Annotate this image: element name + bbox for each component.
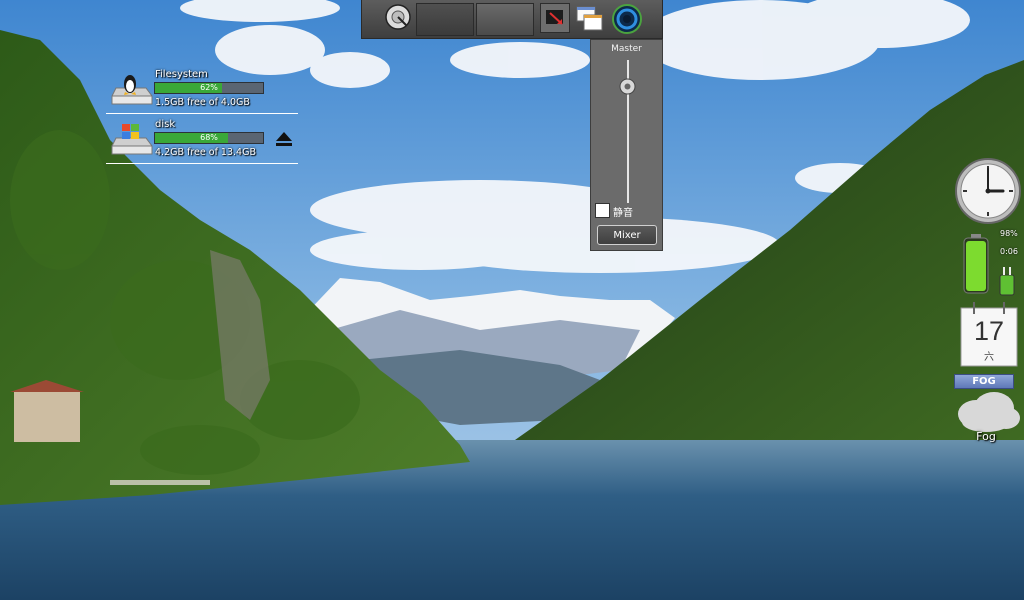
linux-drive-icon: [110, 70, 154, 106]
disk-usage-bar: 68%: [154, 132, 264, 144]
taskbar-button[interactable]: [476, 3, 534, 36]
disk-free-info: 4.2GB free of 13.4GB: [155, 147, 256, 158]
eject-icon[interactable]: [275, 131, 293, 147]
fog-icon: [954, 388, 1022, 434]
disk-free-info: 1.5GB free of 4.0GB: [155, 97, 250, 108]
divider: [106, 113, 298, 114]
battery-fill: [966, 241, 986, 291]
mute-checkbox[interactable]: [595, 203, 610, 218]
battery-icon: [962, 233, 990, 295]
calendar-weekday: 六: [984, 352, 994, 363]
disk-name: Filesystem: [155, 69, 208, 80]
volume-icon[interactable]: [611, 3, 643, 35]
screenshot-icon[interactable]: [540, 3, 570, 33]
volume-slider-handle[interactable]: [619, 78, 636, 95]
weather-tag: FOG: [954, 374, 1014, 389]
windows-drive-icon: [110, 120, 154, 156]
taskbar-button[interactable]: [416, 3, 474, 36]
calendar-widget: 17 六: [960, 300, 1018, 368]
volume-channel-title: Master: [611, 44, 642, 54]
analog-clock: [954, 157, 1022, 225]
power-plug-icon: [997, 265, 1017, 297]
disk-usage-percent: 68%: [200, 133, 218, 142]
disk-widget-filesystem: Filesystem 62% 1.5GB free of 4.0GB: [106, 67, 298, 114]
mute-label: 静音: [613, 208, 633, 219]
mixer-button[interactable]: Mixer: [597, 225, 657, 245]
show-desktop-icon[interactable]: [574, 3, 606, 35]
volume-popup: Master 静音 Mixer: [590, 39, 663, 251]
app-menu-icon[interactable]: [384, 3, 412, 31]
top-panel: [361, 0, 663, 39]
battery-percent: 98%: [1000, 229, 1018, 238]
calendar-day: 17: [973, 316, 1005, 346]
divider: [106, 163, 298, 164]
battery-time: 0:06: [1000, 247, 1018, 256]
weather-condition: Fog: [976, 430, 996, 443]
disk-name: disk: [155, 119, 176, 130]
disk-widget-disk: disk 68% 4.2GB free of 13.4GB: [106, 117, 298, 164]
disk-usage-percent: 62%: [200, 83, 218, 92]
disk-usage-bar: 62%: [154, 82, 264, 94]
